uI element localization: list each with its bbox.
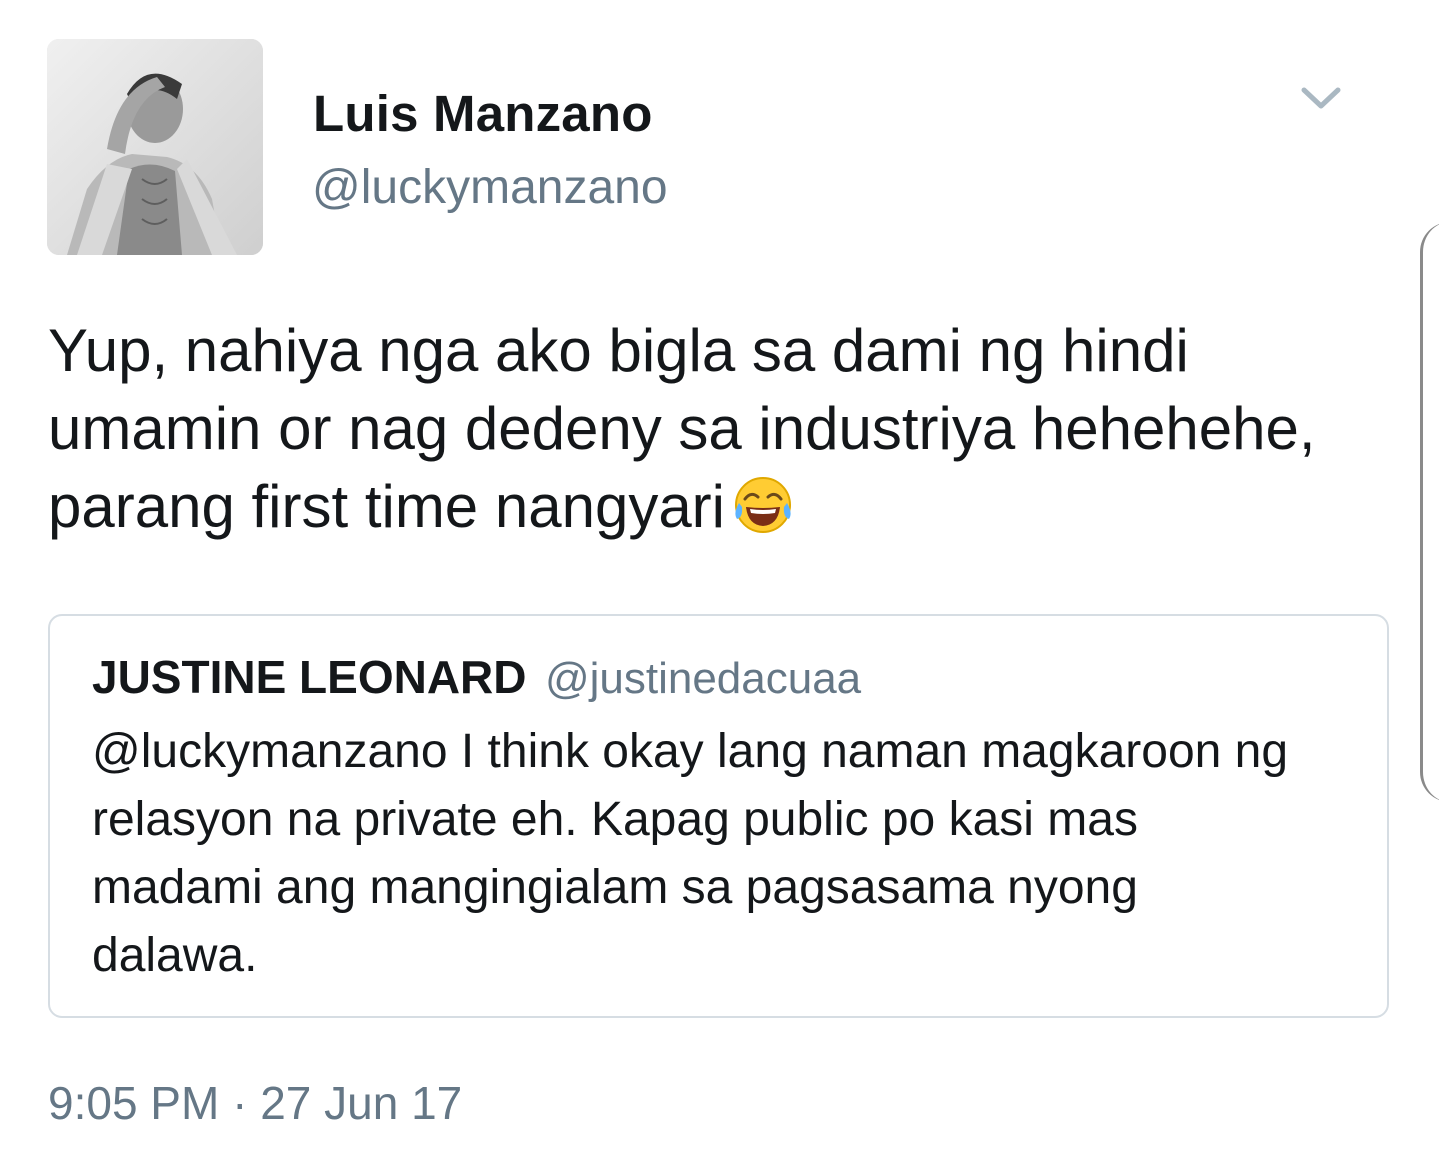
author-name[interactable]: Luis Manzano	[313, 84, 653, 143]
tweet-text-line: Yup, nahiya nga ako bigla sa dami ng hin…	[48, 317, 1189, 384]
tweet-text-line: umamin or nag dedeny sa industriya heheh…	[48, 395, 1316, 462]
scroll-handle[interactable]	[1420, 222, 1439, 802]
author-handle[interactable]: @luckymanzano	[312, 160, 668, 215]
avatar-photo	[47, 39, 263, 255]
tweet-text: Yup, nahiya nga ako bigla sa dami ng hin…	[48, 312, 1418, 546]
quoted-tweet-header: JUSTINE LEONARD @justinedacuaa	[92, 650, 861, 704]
face-with-tears-of-joy-icon	[731, 473, 795, 537]
quoted-tweet-text: @luckymanzano I think okay lang naman ma…	[92, 718, 1362, 990]
quoted-author-handle: @justinedacuaa	[544, 654, 862, 703]
avatar[interactable]	[47, 39, 263, 255]
quoted-text-line: relasyon na private eh. Kapag public po …	[92, 793, 1138, 846]
tweet-text-line: parang first time nangyari	[48, 473, 725, 540]
quoted-text-line: dalawa.	[92, 929, 258, 982]
quoted-tweet[interactable]: JUSTINE LEONARD @justinedacuaa @luckyman…	[48, 614, 1389, 1018]
tweet-card: Luis Manzano @luckymanzano Yup, nahiya n…	[0, 0, 1439, 1152]
quoted-text-line: madami ang mangingialam sa pagsasama nyo…	[92, 861, 1138, 914]
chevron-down-icon[interactable]	[1296, 78, 1346, 118]
tweet-text-line-last: parang first time nangyari	[48, 468, 1418, 546]
quoted-author-name: JUSTINE LEONARD	[92, 651, 527, 703]
tweet-timestamp[interactable]: 9:05 PM · 27 Jun 17	[48, 1076, 462, 1130]
quoted-text-line: @luckymanzano I think okay lang naman ma…	[92, 725, 1289, 778]
